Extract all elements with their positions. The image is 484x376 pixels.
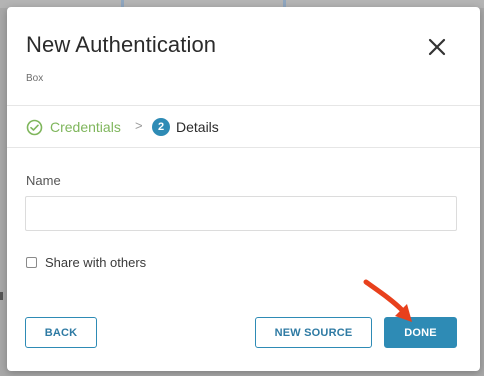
dialog-title: New Authentication [26,32,217,57]
background-element [0,292,3,300]
step-credentials[interactable]: Credentials [26,117,121,137]
step-label: Details [176,119,219,135]
close-icon [428,38,446,56]
step-label: Credentials [50,119,121,135]
back-button[interactable]: BACK [25,317,97,348]
chevron-right-icon: > [135,118,143,133]
name-input[interactable] [25,196,457,231]
divider [7,105,480,106]
background-element [121,0,124,7]
name-label: Name [26,173,61,188]
dialog-subtitle: Box [26,73,44,84]
step-details: 2 Details [152,117,219,137]
new-source-button[interactable]: NEW SOURCE [255,317,372,348]
background-element [283,0,286,7]
check-circle-icon [26,119,43,135]
share-checkbox[interactable] [26,257,37,268]
done-button[interactable]: DONE [384,317,457,348]
step-number-badge: 2 [152,118,170,136]
new-authentication-dialog: New Authentication Box Credentials > 2 D… [7,7,480,371]
close-button[interactable] [423,33,451,61]
share-checkbox-label[interactable]: Share with others [45,255,146,270]
divider [7,147,480,148]
